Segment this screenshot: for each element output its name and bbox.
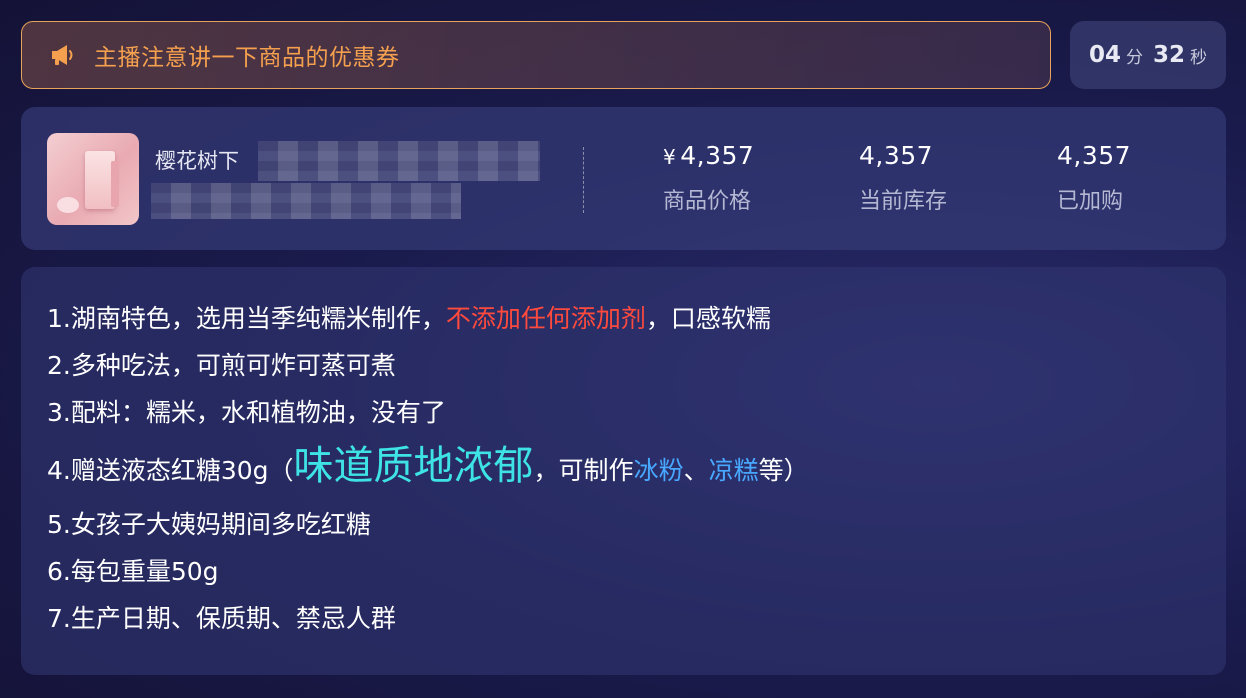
selling-point-4: 4.赠送液态红糖30g（味道质地浓郁，可制作冰粉、凉糕等） — [47, 436, 1226, 501]
cart-stat: 4,357 已加购 — [1057, 141, 1131, 215]
selling-points-panel: 1.湖南特色，选用当季纯糯米制作，不添加任何添加剂，口感软糯 2.多种吃法，可煎… — [21, 267, 1226, 675]
price-value: ¥4,357 — [663, 141, 754, 170]
point-4-prefix: 4.赠送液态红糖30g（ — [47, 456, 294, 485]
product-title: 樱花树下 — [155, 149, 239, 173]
notice-text: 主播注意讲一下商品的优惠券 — [94, 45, 400, 71]
point-4-highlight: 味道质地浓郁 — [293, 443, 534, 489]
point-1-highlight: 不添加任何添加剂 — [445, 304, 646, 333]
product-thumbnail[interactable] — [47, 133, 139, 225]
stock-stat: 4,357 当前库存 — [859, 141, 947, 215]
redacted-title-block — [258, 141, 540, 181]
redacted-subtitle-block — [151, 183, 461, 219]
point-1-text: 1.湖南特色，选用当季纯糯米制作， — [47, 304, 446, 333]
cart-value: 4,357 — [1057, 141, 1132, 170]
price-number: 4,357 — [680, 141, 755, 170]
selling-point-7: 7.生产日期、保质期、禁忌人群 — [47, 604, 396, 633]
selling-point-1: 1.湖南特色，选用当季纯糯米制作，不添加任何添加剂，口感软糯 — [47, 295, 1226, 342]
point-4-item-2: 凉糕 — [708, 456, 759, 485]
point-4-suffix: 等） — [758, 456, 809, 485]
point-4-mid: ，可制作 — [533, 456, 634, 485]
stock-label: 当前库存 — [859, 189, 948, 214]
timer-seconds-unit: 秒 — [1190, 47, 1208, 68]
selling-point-5: 5.女孩子大姨妈期间多吃红糖 — [47, 510, 371, 539]
stock-value: 4,357 — [859, 141, 934, 170]
selling-point-2: 2.多种吃法，可煎可炸可蒸可煮 — [47, 351, 396, 380]
point-1-tail: ，口感软糯 — [645, 304, 771, 333]
price-label: 商品价格 — [663, 189, 752, 214]
flower-graphic — [57, 197, 79, 213]
product-side-graphic — [111, 161, 119, 207]
countdown-timer: 04 分 32 秒 — [1070, 21, 1226, 89]
currency-symbol: ¥ — [663, 145, 677, 169]
timer-minutes: 04 — [1088, 42, 1121, 68]
timer-seconds: 32 — [1153, 42, 1186, 68]
stats-divider — [583, 147, 584, 213]
host-notice-banner: 主播注意讲一下商品的优惠券 — [21, 21, 1051, 89]
price-stat: ¥4,357 商品价格 — [663, 141, 754, 215]
point-4-item-1: 冰粉 — [633, 456, 684, 485]
point-4-separator: 、 — [683, 456, 709, 485]
cart-label: 已加购 — [1057, 189, 1124, 214]
megaphone-icon — [50, 43, 76, 67]
product-card[interactable]: 樱花树下 ¥4,357 商品价格 4,357 当前库存 4,357 已加购 — [21, 107, 1226, 250]
selling-point-3: 3.配料：糯米，水和植物油，没有了 — [47, 398, 446, 427]
timer-minutes-unit: 分 — [1126, 47, 1143, 68]
selling-point-6: 6.每包重量50g — [47, 557, 219, 586]
